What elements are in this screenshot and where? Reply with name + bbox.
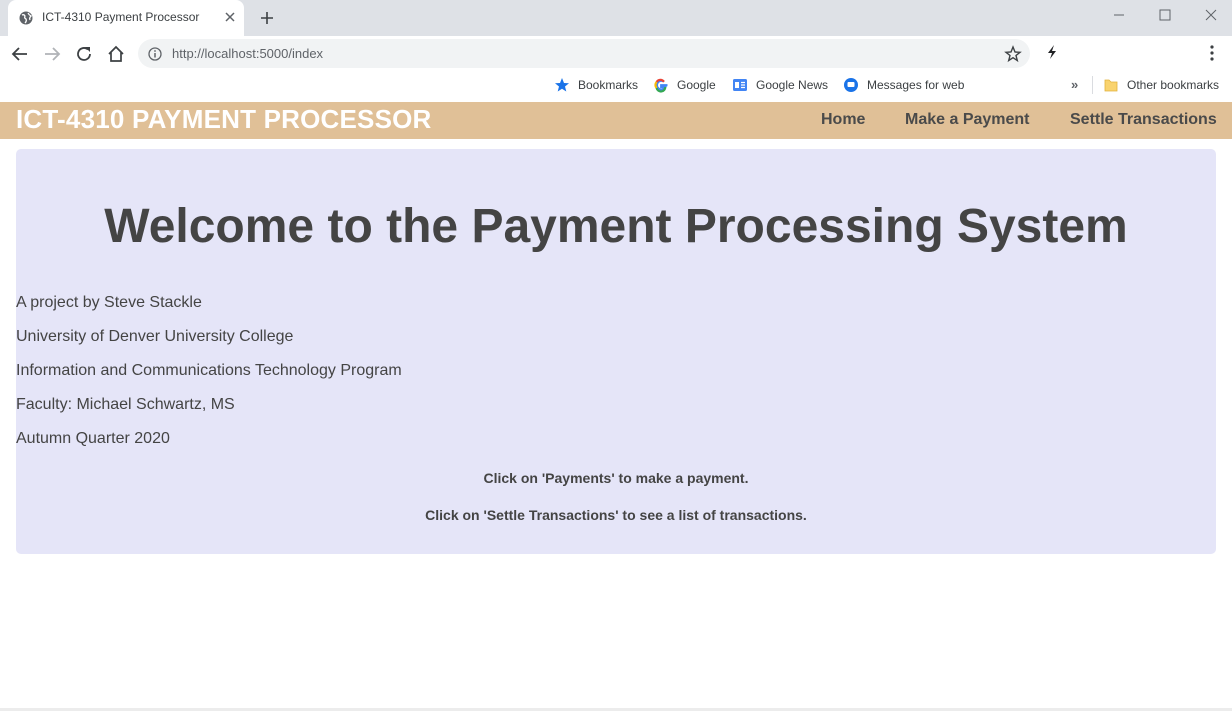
page-title: Welcome to the Payment Processing System (104, 200, 1128, 253)
minimize-button[interactable] (1096, 0, 1142, 30)
university-line: University of Denver University College (16, 328, 294, 345)
close-window-button[interactable] (1188, 0, 1232, 30)
bookmark-star-icon[interactable] (1004, 45, 1022, 63)
brand-title[interactable]: ICT-4310 PAYMENT PROCESSOR (16, 104, 432, 135)
faculty-line: Faculty: Michael Schwartz, MS (16, 396, 235, 413)
bookmarks-bar: Bookmarks Google Google News Messages fo… (0, 70, 1232, 100)
settle-hint: Click on 'Settle Transactions' to see a … (425, 507, 807, 523)
new-tab-icon[interactable] (258, 9, 276, 27)
close-icon (1205, 9, 1217, 21)
payments-hint: Click on 'Payments' to make a payment. (483, 470, 749, 486)
welcome-panel: Welcome to the Payment Processing System… (16, 149, 1216, 554)
author-line: A project by Steve Stackle (16, 294, 202, 311)
program-line: Information and Communications Technolog… (16, 362, 402, 379)
tab-strip: ICT-4310 Payment Processor (0, 0, 1232, 36)
reload-icon[interactable] (74, 44, 94, 64)
address-bar[interactable]: http://localhost:5000/index (138, 39, 1030, 68)
url-text: http://localhost:5000/index (172, 46, 324, 61)
home-icon[interactable] (106, 44, 126, 64)
info-icon[interactable] (148, 47, 162, 61)
nav-make-payment[interactable]: Make a Payment (905, 111, 1030, 129)
star-icon (555, 78, 569, 92)
site-header: ICT-4310 PAYMENT PROCESSOR Home Make a P… (0, 102, 1232, 139)
extension-icon[interactable] (1044, 44, 1060, 60)
google-news-icon (733, 79, 747, 91)
globe-icon (19, 11, 33, 25)
tab-title: ICT-4310 Payment Processor (42, 10, 200, 24)
bookmarks-overflow-button[interactable]: » (1071, 77, 1078, 92)
google-icon (654, 78, 668, 93)
forward-icon[interactable] (42, 44, 62, 64)
nav-home[interactable]: Home (821, 111, 865, 129)
messages-icon (844, 78, 858, 92)
maximize-button[interactable] (1142, 0, 1188, 30)
nav-settle-transactions[interactable]: Settle Transactions (1070, 111, 1217, 129)
divider (1092, 76, 1093, 94)
minimize-icon (1114, 14, 1124, 16)
close-tab-icon[interactable] (222, 9, 238, 25)
term-line: Autumn Quarter 2020 (16, 430, 170, 447)
back-icon[interactable] (10, 44, 30, 64)
maximize-icon (1159, 9, 1171, 21)
menu-dots-icon[interactable] (1204, 44, 1220, 62)
folder-icon (1104, 79, 1118, 92)
browser-tab[interactable]: ICT-4310 Payment Processor (8, 0, 244, 36)
